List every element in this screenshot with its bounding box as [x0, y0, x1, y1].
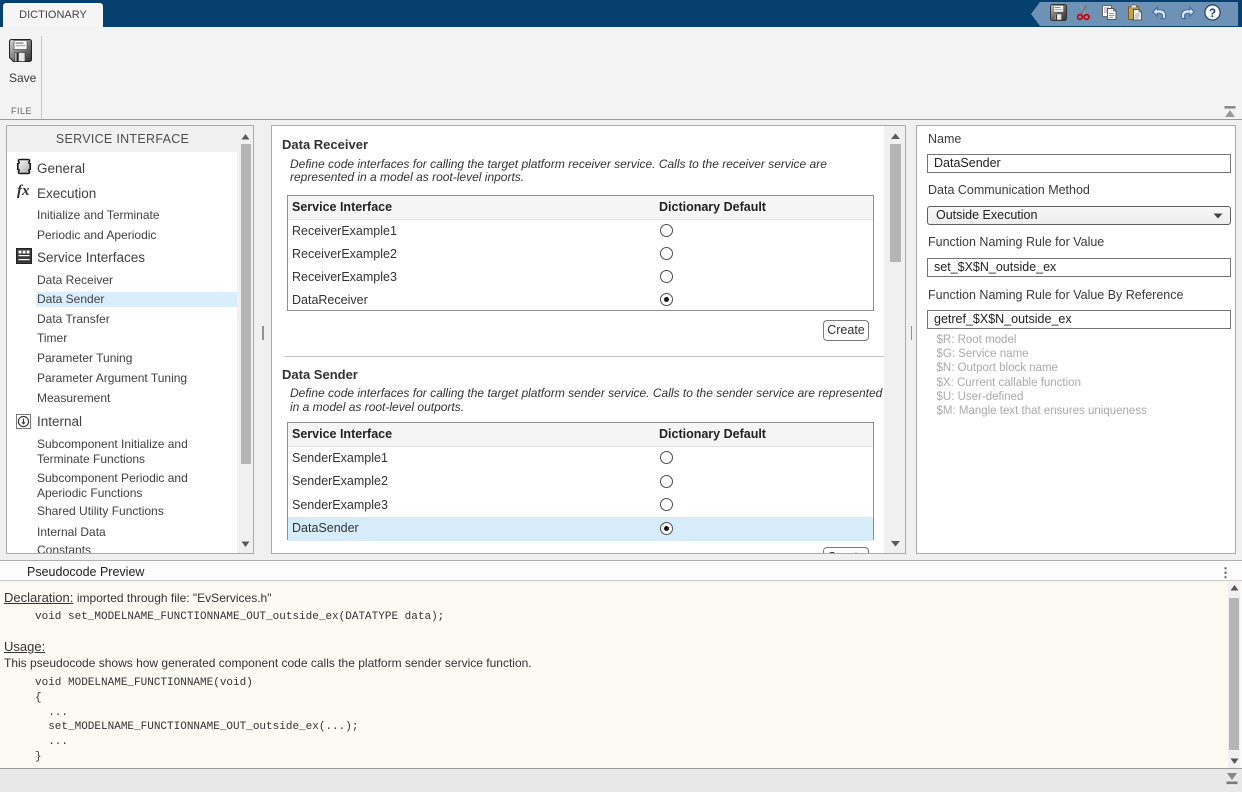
svg-text:?: ? — [1209, 8, 1216, 20]
